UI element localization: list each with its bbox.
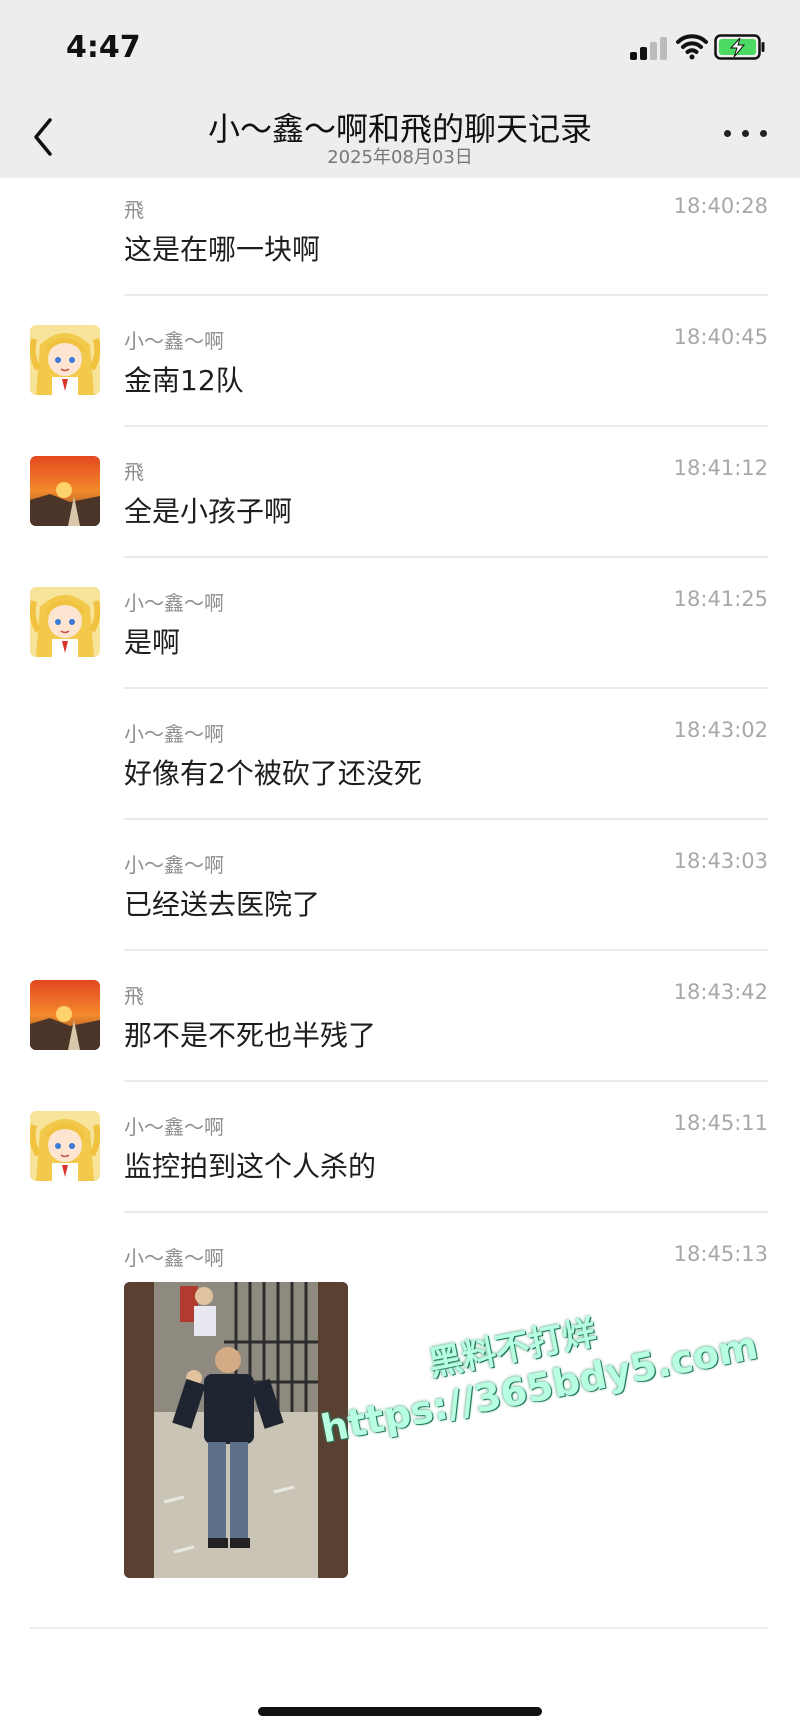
chat-record-item[interactable]: 飛 18:41:12 全是小孩子啊 — [0, 440, 800, 571]
divider — [124, 687, 768, 689]
message-text[interactable]: 监控拍到这个人杀的 — [124, 1145, 376, 1185]
sender-name: 小～鑫～啊 — [124, 1115, 224, 1139]
message-time: 18:40:45 — [673, 325, 768, 349]
chat-record-item[interactable]: 飛 18:43:42 那不是不死也半残了 — [0, 964, 800, 1095]
chat-record-item[interactable]: 小～鑫～啊 18:43:03 已经送去医院了 — [0, 833, 800, 964]
message-text[interactable]: 好像有2个被砍了还没死 — [124, 752, 422, 792]
chat-record-item[interactable]: 小～鑫～啊 18:45:11 监控拍到这个人杀的 — [0, 1095, 800, 1226]
message-text[interactable]: 金南12队 — [124, 359, 244, 399]
sender-name: 小～鑫～啊 — [124, 591, 224, 615]
message-text[interactable]: 是啊 — [124, 621, 180, 661]
status-time: 4:47 — [66, 30, 141, 65]
message-time: 18:43:42 — [673, 980, 768, 1004]
avatar-sunset[interactable] — [30, 980, 100, 1050]
sender-name: 飛 — [124, 460, 144, 484]
avatar-anime-girl[interactable] — [30, 325, 100, 395]
chat-record-item[interactable]: 小～鑫～啊 18:41:25 是啊 — [0, 571, 800, 702]
divider — [124, 425, 768, 427]
home-indicator[interactable] — [258, 1707, 542, 1716]
cellular-signal-icon — [630, 36, 667, 60]
message-time: 18:41:25 — [673, 587, 768, 611]
avatar-sunset[interactable] — [30, 456, 100, 526]
top-bar: 4:47 小～鑫～啊和飛的聊天记录 2025年08月03日 — [0, 0, 800, 178]
message-text[interactable]: 那不是不死也半残了 — [124, 1014, 376, 1054]
divider — [124, 1080, 768, 1082]
photo-surveillance[interactable] — [124, 1282, 348, 1578]
message-text[interactable]: 这是在哪一块啊 — [124, 228, 320, 268]
message-text[interactable]: 全是小孩子啊 — [124, 490, 292, 530]
chat-record-item[interactable]: 小～鑫～啊 18:40:45 金南12队 — [0, 309, 800, 440]
battery-charging-icon — [714, 34, 765, 60]
divider — [124, 556, 768, 558]
avatar-anime-girl[interactable] — [30, 1111, 100, 1181]
sender-name: 飛 — [124, 984, 144, 1008]
message-time: 18:43:02 — [673, 718, 768, 742]
message-time: 18:43:03 — [673, 849, 768, 873]
sender-name: 小～鑫～啊 — [124, 1246, 224, 1270]
divider — [124, 818, 768, 820]
wifi-icon — [676, 34, 708, 60]
divider — [124, 949, 768, 951]
message-time: 18:45:13 — [673, 1242, 768, 1266]
message-time: 18:41:12 — [673, 456, 768, 480]
message-time: 18:40:28 — [673, 194, 768, 218]
chat-record-item[interactable]: 飛 18:40:28 这是在哪一块啊 — [0, 178, 800, 309]
sender-name: 小～鑫～啊 — [124, 853, 224, 877]
divider — [30, 1627, 768, 1629]
message-time: 18:45:11 — [673, 1111, 768, 1135]
more-dots-icon[interactable] — [724, 126, 768, 142]
chat-record-item[interactable]: 小～鑫～啊 18:43:02 好像有2个被砍了还没死 — [0, 702, 800, 833]
chat-date: 2025年08月03日 — [327, 147, 473, 168]
divider — [124, 1211, 768, 1213]
sender-name: 飛 — [124, 198, 144, 222]
divider — [124, 294, 768, 296]
avatar-anime-girl[interactable] — [30, 587, 100, 657]
sender-name: 小～鑫～啊 — [124, 722, 224, 746]
message-text[interactable]: 已经送去医院了 — [124, 883, 320, 923]
sender-name: 小～鑫～啊 — [124, 329, 224, 353]
